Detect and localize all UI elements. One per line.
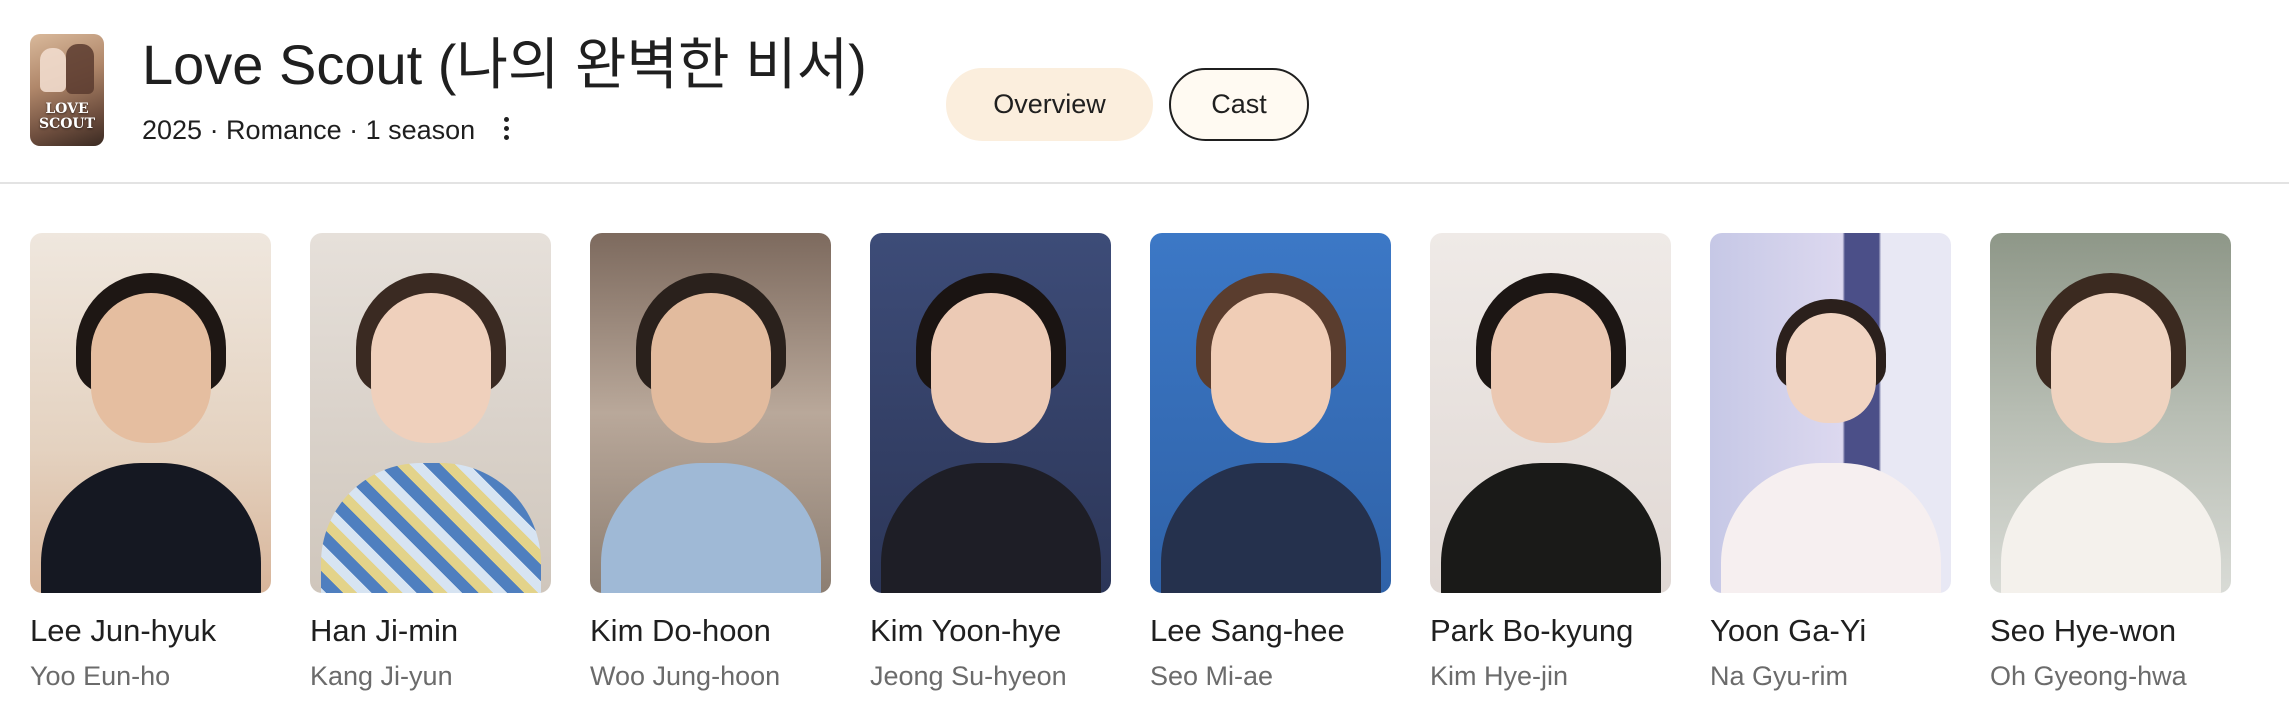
cast-name: Seo Hye-won [1990, 613, 2177, 648]
tab-cast[interactable]: Cast [1169, 68, 1309, 141]
cast-role: Woo Jung-hoon [590, 661, 781, 691]
cast-name: Kim Yoon-hye [870, 613, 1062, 648]
cast-card[interactable]: Lee Sang-hee Seo Mi-ae [1150, 233, 1391, 693]
cast-name: Yoon Ga-Yi [1710, 613, 1867, 648]
more-options-icon[interactable] [494, 112, 518, 144]
show-meta: 2025 · Romance · 1 season [142, 115, 476, 145]
cast-role: Jeong Su-hyeon [870, 661, 1067, 691]
cast-photo [1150, 233, 1391, 593]
cast-name: Lee Jun-hyuk [30, 613, 217, 648]
poster-logo-text: LOVE SCOUT [38, 101, 96, 132]
cast-role: Oh Gyeong-hwa [1990, 661, 2187, 691]
cast-photo [1710, 233, 1951, 593]
cast-card[interactable]: Han Ji-min Kang Ji-yun [310, 233, 551, 693]
cast-card[interactable]: Park Bo-kyung Kim Hye-jin [1430, 233, 1671, 693]
cast-name: Lee Sang-hee [1150, 613, 1345, 648]
cast-photo [870, 233, 1111, 593]
cast-role: Kim Hye-jin [1430, 661, 1569, 691]
cast-role: Seo Mi-ae [1150, 661, 1274, 691]
poster-figure [40, 48, 66, 92]
cast-name: Han Ji-min [310, 613, 459, 648]
cast-card[interactable]: Seo Hye-won Oh Gyeong-hwa [1990, 233, 2231, 693]
cast-photo [30, 233, 271, 593]
cast-photo [310, 233, 551, 593]
cast-role: Kang Ji-yun [310, 661, 453, 691]
cast-photo [1430, 233, 1671, 593]
cast-name: Park Bo-kyung [1430, 613, 1634, 648]
page-title: Love Scout (나의 완벽한 비서) [142, 33, 867, 96]
cast-photo [1990, 233, 2231, 593]
show-poster[interactable]: LOVE SCOUT [30, 34, 104, 146]
cast-name: Kim Do-hoon [590, 613, 771, 648]
cast-photo [590, 233, 831, 593]
cast-role: Yoo Eun-ho [30, 661, 171, 691]
cast-card[interactable]: Kim Yoon-hye Jeong Su-hyeon [870, 233, 1111, 693]
cast-card[interactable]: Yoon Ga-Yi Na Gyu-rim [1710, 233, 1951, 693]
cast-card[interactable]: Lee Jun-hyuk Yoo Eun-ho [30, 233, 271, 693]
tab-overview[interactable]: Overview [946, 68, 1153, 141]
title-header: LOVE SCOUT Love Scout (나의 완벽한 비서) 2025 · … [0, 0, 2289, 184]
poster-figure [66, 44, 94, 94]
cast-card[interactable]: Kim Do-hoon Woo Jung-hoon [590, 233, 831, 693]
cast-role: Na Gyu-rim [1710, 661, 1849, 691]
